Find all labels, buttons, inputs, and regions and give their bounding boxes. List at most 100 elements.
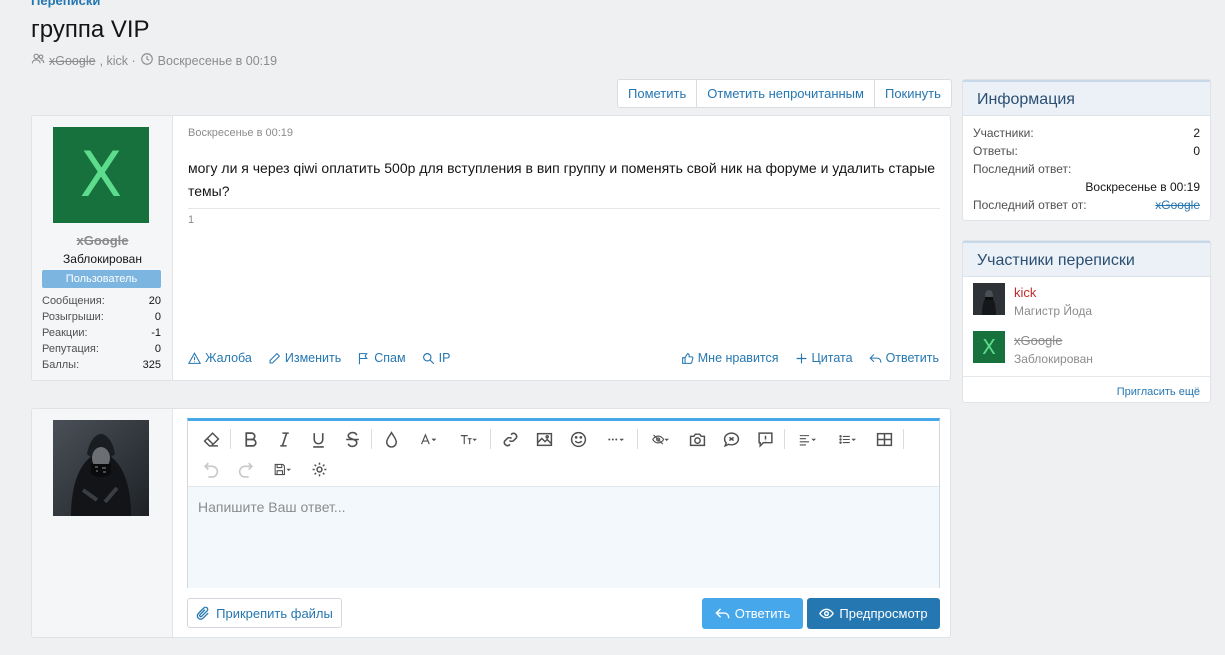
user-title: Заблокирован xyxy=(63,252,142,266)
plus-icon xyxy=(796,353,806,363)
like-label: Мне нравится xyxy=(697,351,779,365)
reply-arrow-icon xyxy=(715,608,729,619)
avatar[interactable]: X xyxy=(53,127,149,223)
comment-x-icon[interactable] xyxy=(714,424,748,454)
participants-box-title: Участники переписки xyxy=(963,241,1210,277)
reply-link[interactable]: Ответить xyxy=(869,351,939,365)
stat-value: 20 xyxy=(148,295,161,307)
list-icon[interactable] xyxy=(827,424,867,454)
spam-link[interactable]: Спам xyxy=(357,351,406,365)
report-label: Жалоба xyxy=(205,351,252,365)
participant-name-kick[interactable]: kick xyxy=(1014,283,1092,302)
participant-avatar-kick[interactable] xyxy=(973,283,1005,315)
toolbar-separator xyxy=(230,429,231,449)
pencil-icon xyxy=(269,352,280,363)
warning-icon xyxy=(188,351,201,364)
participant-title: Магистр Йода xyxy=(1014,304,1093,318)
font-family-icon[interactable] xyxy=(408,424,448,454)
image-icon[interactable] xyxy=(527,424,561,454)
message-date[interactable]: Воскресенье в 00:19 xyxy=(188,127,293,139)
italic-icon[interactable] xyxy=(267,424,301,454)
reply-submit-button[interactable]: Ответить xyxy=(702,598,803,629)
info-row: Последний ответ: xyxy=(973,160,1200,178)
toolbar-separator xyxy=(784,429,785,449)
clock-icon xyxy=(140,52,154,69)
stat-label: Репутация: xyxy=(42,343,99,355)
meta-participant-xgoogle[interactable]: xGoogle xyxy=(49,54,96,68)
toolbar-separator xyxy=(490,429,491,449)
attach-files-button[interactable]: Прикрепить файлы xyxy=(187,598,342,628)
participant-name-xgoogle[interactable]: xGoogle xyxy=(1014,331,1093,350)
camera-icon[interactable] xyxy=(680,424,714,454)
stat-row: Розыгрыши: 0 xyxy=(42,309,161,325)
stat-value: 325 xyxy=(142,359,161,371)
avatar[interactable] xyxy=(53,420,149,516)
thread-action-buttons: Пометить Отметить непрочитанным Покинуть xyxy=(617,79,952,108)
flag-icon xyxy=(359,352,368,364)
participant-avatar-xgoogle[interactable]: X xyxy=(973,331,1005,363)
info-row: Участники: 2 xyxy=(973,124,1200,142)
mark-button[interactable]: Пометить xyxy=(618,80,698,107)
message-author[interactable]: xGoogle xyxy=(32,233,173,248)
invite-more-link[interactable]: Пригласить ещё xyxy=(1117,386,1200,398)
stat-label: Розыгрыши: xyxy=(42,311,104,323)
align-icon[interactable] xyxy=(787,424,827,454)
stat-label: Реакции: xyxy=(42,327,88,339)
reply-textarea[interactable]: Напишите Ваш ответ... xyxy=(188,487,939,588)
info-label: Участники: xyxy=(973,126,1034,140)
reply-label: Ответить xyxy=(885,351,939,365)
report-link[interactable]: Жалоба xyxy=(188,351,252,365)
meta-participant-kick[interactable]: , kick · xyxy=(100,54,136,68)
reply-form: Напишите Ваш ответ... Прикрепить файлы О… xyxy=(31,408,951,638)
bold-icon[interactable] xyxy=(233,424,267,454)
quote-link[interactable]: Цитата xyxy=(795,351,853,365)
participant-item: X xGoogle Заблокирован xyxy=(973,331,1093,368)
message-user-cell: X xGoogle Заблокирован Пользователь Сооб… xyxy=(32,116,173,380)
participants-box: Участники переписки kick Магистр Йода X … xyxy=(962,240,1211,403)
thumbs-up-icon xyxy=(681,352,694,364)
edit-link[interactable]: Изменить xyxy=(268,351,341,365)
like-link[interactable]: Мне нравится xyxy=(681,351,779,365)
hide-content-icon[interactable] xyxy=(640,424,680,454)
preview-button[interactable]: Предпросмотр xyxy=(807,598,940,629)
message-post: X xGoogle Заблокирован Пользователь Сооб… xyxy=(31,115,951,381)
font-size-icon[interactable] xyxy=(448,424,488,454)
stat-label: Баллы: xyxy=(42,359,80,371)
last-reply-author-link[interactable]: xGoogle xyxy=(1155,196,1200,214)
mark-unread-button[interactable]: Отметить непрочитанным xyxy=(697,80,875,107)
info-row: Ответы: 0 xyxy=(973,142,1200,160)
quote-label: Цитата xyxy=(811,351,853,365)
user-banner: Пользователь xyxy=(42,270,161,288)
table-icon[interactable] xyxy=(867,424,901,454)
info-list: Участники: 2 Ответы: 0 Последний ответ: Во… xyxy=(963,116,1210,214)
link-icon[interactable] xyxy=(493,424,527,454)
color-drop-icon[interactable] xyxy=(374,424,408,454)
reply-arrow-icon xyxy=(869,353,881,363)
eraser-icon[interactable] xyxy=(194,424,228,454)
redo-icon[interactable] xyxy=(228,454,262,484)
info-label: Последний ответ от: xyxy=(973,198,1087,212)
eye-icon xyxy=(819,608,835,619)
breadcrumb[interactable]: Переписки xyxy=(31,0,100,8)
info-box-title: Информация xyxy=(963,80,1210,116)
page-title: группа VIP xyxy=(31,16,150,43)
smiley-icon[interactable] xyxy=(561,424,595,454)
more-options-icon[interactable] xyxy=(595,424,635,454)
meta-date: Воскресенье в 00:19 xyxy=(157,53,278,68)
ip-link[interactable]: IP xyxy=(422,351,450,365)
gear-icon[interactable] xyxy=(302,454,336,484)
underline-icon[interactable] xyxy=(301,424,335,454)
undo-icon[interactable] xyxy=(194,454,228,484)
drafts-icon[interactable] xyxy=(262,454,302,484)
leave-button[interactable]: Покинуть xyxy=(875,80,951,107)
edit-label: Изменить xyxy=(284,351,342,365)
info-row: Последний ответ от: xGoogle xyxy=(973,196,1200,214)
message-actions-left: Жалоба Изменить Спам IP xyxy=(188,351,450,365)
spam-label: Спам xyxy=(374,351,406,365)
participant-title: Заблокирован xyxy=(1014,352,1093,366)
reply-submit-label: Ответить xyxy=(734,606,791,621)
comment-alert-icon[interactable] xyxy=(748,424,782,454)
stat-row: Реакции: -1 xyxy=(42,325,161,341)
strikethrough-icon[interactable] xyxy=(335,424,369,454)
participants-icon xyxy=(31,52,45,69)
